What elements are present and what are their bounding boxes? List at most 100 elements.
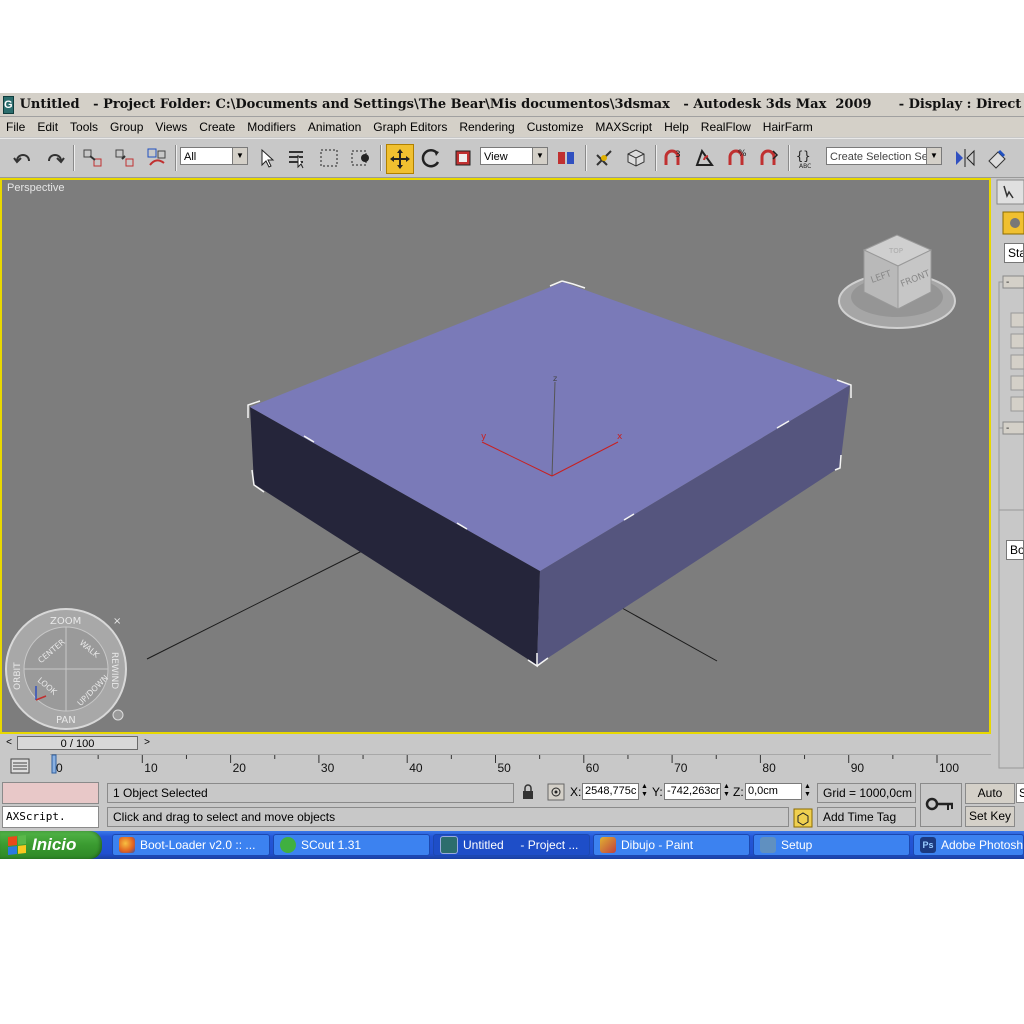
windows-taskbar: Inicio Boot-Loader v2.0 :: ... SCout 1.3… <box>0 831 1024 859</box>
curve-editor-icon[interactable] <box>10 758 30 774</box>
angle-snap-toggle-icon[interactable] <box>692 145 718 171</box>
command-panel-graphics: - - <box>996 179 1024 769</box>
bind-to-space-warp-icon[interactable] <box>144 145 170 171</box>
named-selection-sets-dropdown[interactable]: Create Selection Set ▼ <box>826 147 942 165</box>
keyboard-shortcut-override-icon[interactable] <box>623 145 649 171</box>
menu-hairfarm[interactable]: HairFarm <box>757 120 819 134</box>
set-key-button[interactable]: Set Key <box>965 806 1015 827</box>
undo-icon[interactable] <box>10 145 36 171</box>
timeline-tick-label: 100 <box>939 761 959 775</box>
toolbar-separator <box>585 145 587 171</box>
x-coord-input[interactable]: 2548,775c <box>582 783 639 800</box>
3dsmax-logo-icon[interactable]: G <box>3 95 14 114</box>
time-slider[interactable]: < 0 / 100 > <box>0 735 991 751</box>
chevron-right-icon[interactable]: > <box>140 736 154 750</box>
use-pivot-point-center-icon[interactable] <box>553 145 579 171</box>
chevron-down-icon: ▼ <box>232 148 247 164</box>
svg-text:-: - <box>1006 277 1009 288</box>
rectangular-selection-region-icon[interactable] <box>316 145 342 171</box>
spinner-snap-toggle-icon[interactable] <box>756 145 782 171</box>
add-time-tag-button[interactable]: Add Time Tag <box>817 807 916 827</box>
taskbar-item-photoshop[interactable]: Ps Adobe Photoshop <box>913 834 1024 856</box>
scout-icon <box>280 837 296 853</box>
menu-realflow[interactable]: RealFlow <box>695 120 757 134</box>
create-tab-icon <box>996 179 1024 205</box>
steering-wheel[interactable]: ZOOM PAN ORBIT REWIND CENTER WALK LOOK U… <box>5 608 127 730</box>
x-coord-spinner[interactable]: ▲ ▼ <box>640 783 649 800</box>
taskbar-item-label: Untitled - Project ... <box>463 838 579 852</box>
object-type-dropdown[interactable]: Sta <box>1004 243 1024 263</box>
svg-text:{}: {} <box>796 149 810 163</box>
timeline-ruler[interactable]: 0 10 20 30 40 50 60 70 80 90 100 <box>50 754 991 778</box>
menu-views[interactable]: Views <box>149 120 193 134</box>
taskbar-item-label: Adobe Photoshop <box>941 838 1024 852</box>
timeline-tick-label: 0 <box>56 761 63 775</box>
prompt-line: Click and drag to select and move object… <box>107 807 789 827</box>
menu-create[interactable]: Create <box>193 120 241 134</box>
snaps-toggle-icon[interactable]: 3 <box>660 145 686 171</box>
select-and-link-icon[interactable] <box>80 145 106 171</box>
grid-size-display: Grid = 1000,0cm <box>817 783 916 803</box>
chevron-left-icon[interactable]: < <box>2 736 16 750</box>
menu-edit[interactable]: Edit <box>31 120 64 134</box>
taskbar-item-paint[interactable]: Dibujo - Paint <box>593 834 750 856</box>
menu-tools[interactable]: Tools <box>64 120 104 134</box>
y-coord-label: Y: <box>652 785 663 799</box>
menu-maxscript[interactable]: MAXScript <box>589 120 658 134</box>
svg-text:%: % <box>738 149 747 159</box>
select-by-name-icon[interactable] <box>284 145 310 171</box>
command-panel: - - Sta Bo <box>993 178 1024 773</box>
auto-key-button[interactable]: Auto Key <box>965 783 1015 819</box>
taskbar-item-setup[interactable]: Setup <box>753 834 910 856</box>
mirror-icon[interactable] <box>952 145 978 171</box>
key-filter-field[interactable]: S <box>1016 783 1024 803</box>
menu-animation[interactable]: Animation <box>302 120 367 134</box>
selection-filter-dropdown[interactable]: All ▼ <box>180 147 248 165</box>
edit-named-selection-sets-icon[interactable]: {} ABC <box>793 145 819 171</box>
perspective-viewport[interactable]: Perspective z y x LEFT FRONT TOP ZOOM PA… <box>0 178 991 734</box>
menu-help[interactable]: Help <box>658 120 695 134</box>
timeline-tick-label: 60 <box>586 761 600 775</box>
reference-coordinate-dropdown[interactable]: View ▼ <box>480 147 548 165</box>
select-object-icon[interactable] <box>254 145 280 171</box>
object-name-field[interactable]: Bo <box>1006 540 1024 560</box>
align-icon[interactable] <box>984 145 1010 171</box>
unlink-selection-icon[interactable] <box>112 145 138 171</box>
home-grid-x-line <box>146 550 363 660</box>
set-keys-key-icon[interactable] <box>920 783 962 827</box>
menu-rendering[interactable]: Rendering <box>453 120 520 134</box>
taskbar-item-scout[interactable]: SCout 1.31 <box>273 834 430 856</box>
setup-icon <box>760 837 776 853</box>
window-crossing-icon[interactable] <box>348 145 374 171</box>
z-coord-spinner[interactable]: ▲ ▼ <box>803 783 812 800</box>
taskbar-item-boot-loader[interactable]: Boot-Loader v2.0 :: ... <box>112 834 270 856</box>
taskbar-item-3dsmax[interactable]: Untitled - Project ... <box>433 834 590 856</box>
timeline-tick-label: 80 <box>762 761 776 775</box>
select-and-manipulate-icon[interactable] <box>591 145 617 171</box>
z-coord-input[interactable]: 0,0cm <box>745 783 802 800</box>
select-and-rotate-icon[interactable] <box>418 145 444 171</box>
wheel-rewind-label: REWIND <box>109 652 119 689</box>
select-and-scale-icon[interactable] <box>450 145 476 171</box>
maxscript-listener-input[interactable]: AXScript. <box>2 806 99 828</box>
menu-modifiers[interactable]: Modifiers <box>241 120 302 134</box>
menu-group[interactable]: Group <box>104 120 149 134</box>
svg-text:-: - <box>1006 423 1009 434</box>
track-bar[interactable]: 0 10 20 30 40 50 60 70 80 90 100 <box>0 752 991 780</box>
lock-icon[interactable] <box>521 784 535 800</box>
time-tag-icon[interactable] <box>793 808 813 828</box>
start-button[interactable]: Inicio <box>0 831 102 859</box>
redo-icon[interactable] <box>42 145 68 171</box>
viewcube[interactable]: LEFT FRONT TOP <box>838 234 956 329</box>
y-coord-spinner[interactable]: ▲ ▼ <box>722 783 731 800</box>
y-coord-input[interactable]: -742,263cr <box>664 783 721 800</box>
maxscript-listener-output[interactable] <box>2 782 99 804</box>
select-and-move-icon[interactable] <box>386 144 414 174</box>
timeline-tick-label: 90 <box>851 761 865 775</box>
menu-file[interactable]: File <box>0 120 31 134</box>
time-slider-thumb[interactable]: 0 / 100 <box>17 736 138 750</box>
menu-customize[interactable]: Customize <box>521 120 590 134</box>
menu-graph-editors[interactable]: Graph Editors <box>367 120 453 134</box>
absolute-mode-transform-icon[interactable] <box>547 783 565 801</box>
percent-snap-toggle-icon[interactable]: % <box>724 145 750 171</box>
